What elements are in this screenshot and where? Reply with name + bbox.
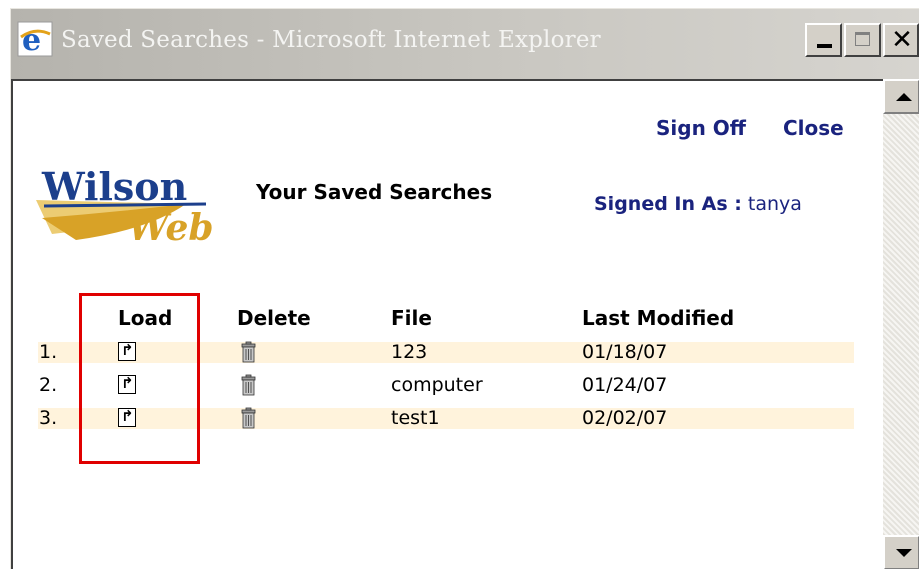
logo-text-web: Web: [128, 207, 214, 246]
vertical-scrollbar[interactable]: [883, 79, 919, 569]
file-name: 123: [391, 341, 428, 363]
scroll-up-button[interactable]: [883, 79, 919, 114]
svg-text:e: e: [22, 23, 41, 57]
last-modified: 02/02/07: [582, 407, 668, 429]
row-number: 3.: [39, 407, 58, 429]
close-link[interactable]: Close: [783, 116, 844, 140]
browser-window: e Saved Searches - Microsoft Internet Ex…: [10, 8, 919, 569]
scroll-track[interactable]: [883, 114, 919, 535]
scroll-down-button[interactable]: [883, 535, 919, 569]
minimize-button[interactable]: [805, 23, 842, 57]
ie-icon: e: [17, 21, 53, 57]
arrow-down-icon: [896, 549, 912, 557]
last-modified: 01/18/07: [582, 341, 668, 363]
col-header-delete: Delete: [237, 306, 311, 330]
close-icon: ✕: [891, 25, 913, 55]
col-header-last-modified: Last Modified: [582, 306, 735, 330]
maximize-icon: [855, 32, 870, 46]
col-header-file: File: [391, 306, 432, 330]
logo-text-wilson: Wilson: [41, 164, 187, 209]
signed-in-status: Signed In As : tanya: [594, 193, 802, 215]
last-modified: 01/24/07: [582, 374, 668, 396]
file-name: test1: [391, 407, 440, 429]
close-window-button[interactable]: ✕: [883, 23, 919, 57]
page-title: Your Saved Searches: [256, 180, 493, 204]
maximize-button[interactable]: [844, 23, 881, 57]
delete-button[interactable]: [238, 407, 259, 429]
window-title: Saved Searches - Microsoft Internet Expl…: [61, 27, 601, 53]
title-bar[interactable]: e Saved Searches - Microsoft Internet Ex…: [11, 9, 919, 79]
minimize-icon: [817, 44, 832, 48]
delete-button[interactable]: [238, 374, 259, 396]
row-number: 2.: [39, 374, 58, 396]
row-number: 1.: [39, 341, 58, 363]
signed-in-label: Signed In As :: [594, 193, 742, 215]
arrow-up-icon: [896, 93, 912, 101]
wilsonweb-logo: Wilson Web: [36, 164, 214, 246]
delete-button[interactable]: [238, 341, 259, 363]
load-column-highlight-box: [79, 293, 200, 464]
file-name: computer: [391, 374, 483, 396]
signed-in-user: tanya: [747, 193, 802, 215]
sign-off-link[interactable]: Sign Off: [656, 116, 746, 140]
